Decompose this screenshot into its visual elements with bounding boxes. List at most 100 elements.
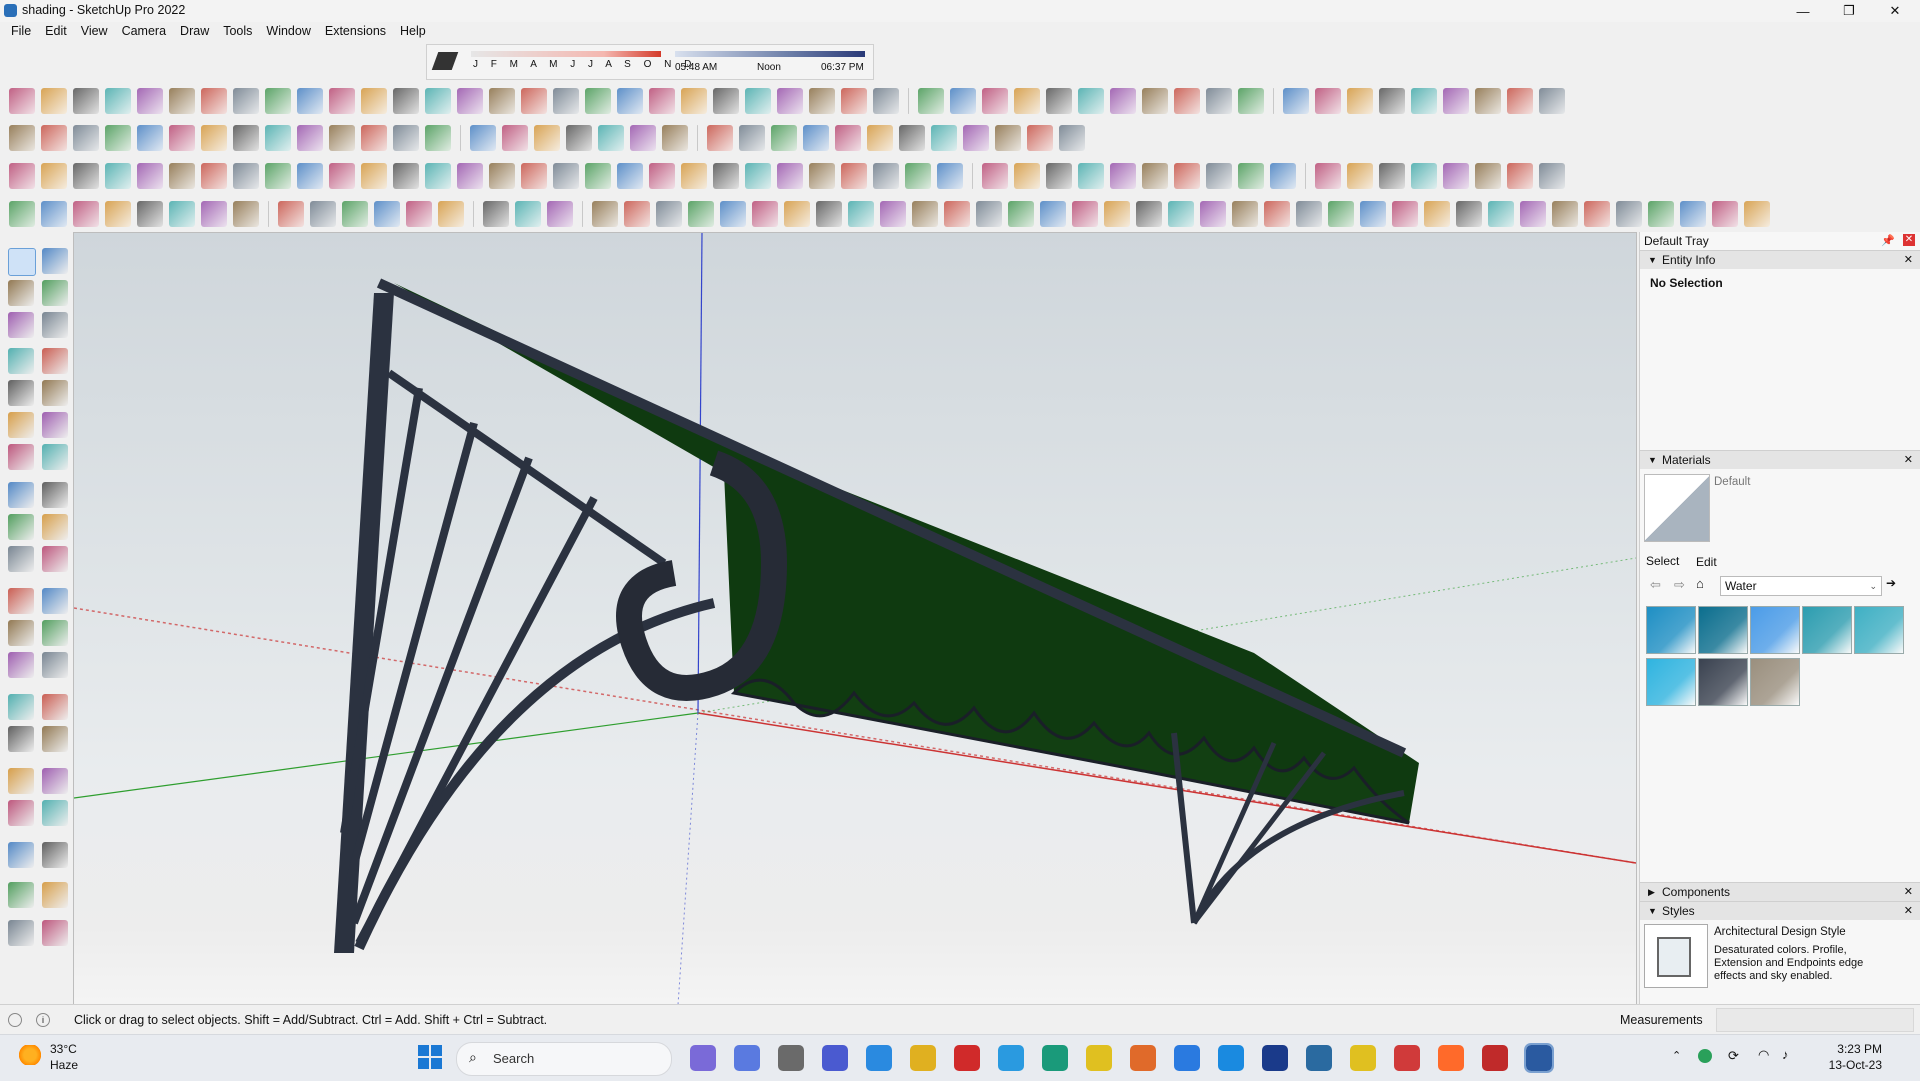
drawing-tool-icon[interactable] [457,88,483,114]
sandbox-tool-icon[interactable] [1104,201,1130,227]
view-tool-icon[interactable] [1443,163,1469,189]
sandbox-tool-icon[interactable] [848,201,874,227]
tool-icon[interactable] [8,280,34,306]
editing-tool-icon[interactable] [963,125,989,151]
sandbox-tool-icon[interactable] [1328,201,1354,227]
sandbox-tool-icon[interactable] [105,201,131,227]
sandbox-tool-icon[interactable] [1648,201,1674,227]
app-icon[interactable] [1174,1045,1200,1071]
editing-tool-icon[interactable] [169,125,195,151]
drawing-tool-icon[interactable] [1142,88,1168,114]
close-icon[interactable]: ✕ [1904,902,1913,920]
sandbox-tool-icon[interactable] [1008,201,1034,227]
sandbox-tool-icon[interactable] [1584,201,1610,227]
editing-tool-icon[interactable] [361,125,387,151]
tool-icon[interactable] [42,280,68,306]
sticky-notes-icon[interactable] [1086,1045,1112,1071]
sandbox-tool-icon[interactable] [73,201,99,227]
menu-edit[interactable]: Edit [38,22,74,42]
tool-icon[interactable] [8,482,34,508]
tool-icon[interactable] [42,444,68,470]
tool-icon[interactable] [8,652,34,678]
tool-icon[interactable] [42,312,68,338]
maximize-button[interactable]: ❐ [1826,0,1872,22]
view-tool-icon[interactable] [681,163,707,189]
tool-icon[interactable] [8,444,34,470]
tool-icon[interactable] [42,380,68,406]
tool-icon[interactable] [42,514,68,540]
tool-icon[interactable] [42,768,68,794]
drawing-tool-icon[interactable] [982,88,1008,114]
app-icon[interactable] [1042,1045,1068,1071]
tool-icon[interactable] [8,882,34,908]
drawing-tool-icon[interactable] [1046,88,1072,114]
tab-edit[interactable]: Edit [1696,555,1717,569]
tool-icon[interactable] [8,694,34,720]
shadow-toggle-icon[interactable] [431,52,459,70]
view-tool-icon[interactable] [617,163,643,189]
view-tool-icon[interactable] [1270,163,1296,189]
editing-tool-icon[interactable] [329,125,355,151]
view-tool-icon[interactable] [105,163,131,189]
drawing-tool-icon[interactable] [233,88,259,114]
view-tool-icon[interactable] [1014,163,1040,189]
menu-camera[interactable]: Camera [115,22,173,42]
volume-icon[interactable]: ♪ [1782,1047,1789,1062]
editing-tool-icon[interactable] [867,125,893,151]
sandbox-tool-icon[interactable] [656,201,682,227]
menu-view[interactable]: View [74,22,115,42]
tab-select[interactable]: Select [1646,554,1679,568]
material-swatch[interactable] [1698,606,1748,654]
drawing-tool-icon[interactable] [1507,88,1533,114]
material-swatch[interactable] [1698,658,1748,706]
view-tool-icon[interactable] [1078,163,1104,189]
drawing-tool-icon[interactable] [649,88,675,114]
editing-tool-icon[interactable] [233,125,259,151]
sandbox-tool-icon[interactable] [1616,201,1642,227]
sandbox-tool-icon[interactable] [233,201,259,227]
outlook-icon[interactable] [866,1045,892,1071]
drawing-tool-icon[interactable] [489,88,515,114]
drawing-tool-icon[interactable] [41,88,67,114]
home-icon[interactable]: ⌂ [1696,576,1704,591]
start-button[interactable] [418,1045,442,1069]
view-tool-icon[interactable] [585,163,611,189]
tool-icon[interactable] [42,546,68,572]
close-icon[interactable]: ✕ [1904,883,1913,901]
editing-tool-icon[interactable] [297,125,323,151]
tool-icon[interactable] [8,546,34,572]
tool-icon[interactable] [8,588,34,614]
editing-tool-icon[interactable] [137,125,163,151]
sandbox-tool-icon[interactable] [1488,201,1514,227]
tool-icon[interactable] [8,920,34,946]
material-library-select[interactable]: Water ⌄ [1720,576,1882,596]
minimize-button[interactable]: — [1780,0,1826,22]
drawing-tool-icon[interactable] [553,88,579,114]
drawing-tool-icon[interactable] [521,88,547,114]
view-tool-icon[interactable] [905,163,931,189]
sandbox-tool-icon[interactable] [1168,201,1194,227]
view-tool-icon[interactable] [1142,163,1168,189]
tool-icon[interactable] [8,312,34,338]
calculator-icon[interactable] [822,1045,848,1071]
drawing-tool-icon[interactable] [681,88,707,114]
tool-icon[interactable] [42,348,68,374]
sandbox-tool-icon[interactable] [752,201,778,227]
sandbox-tool-icon[interactable] [1200,201,1226,227]
close-button[interactable]: ✕ [1872,0,1918,22]
editing-tool-icon[interactable] [425,125,451,151]
tool-icon[interactable] [8,800,34,826]
view-tool-icon[interactable] [297,163,323,189]
teams-icon[interactable] [734,1045,760,1071]
material-swatch[interactable] [1646,658,1696,706]
editing-tool-icon[interactable] [771,125,797,151]
sandbox-tool-icon[interactable] [784,201,810,227]
editing-tool-icon[interactable] [105,125,131,151]
sandbox-tool-icon[interactable] [592,201,618,227]
drawing-tool-icon[interactable] [918,88,944,114]
editing-tool-icon[interactable] [534,125,560,151]
tool-icon[interactable] [42,248,68,274]
measurements-input[interactable] [1716,1008,1914,1032]
editing-tool-icon[interactable] [739,125,765,151]
pin-icon[interactable]: 📌 [1881,234,1895,247]
